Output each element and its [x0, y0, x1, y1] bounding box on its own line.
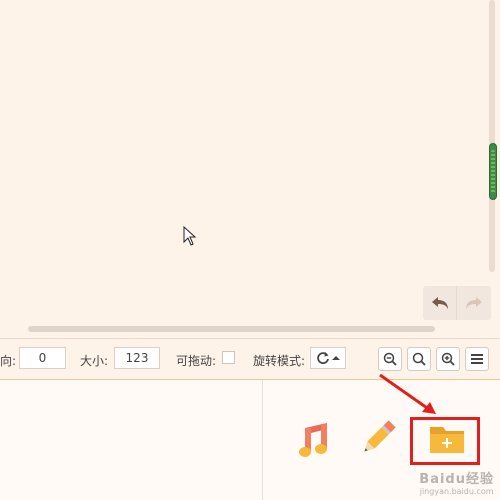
undo-button[interactable] — [423, 286, 457, 320]
zoom-in-button[interactable] — [436, 347, 460, 371]
zoom-reset-icon — [412, 352, 426, 366]
draggable-checkbox[interactable] — [222, 351, 235, 364]
watermark-line-1: Baidu经验 — [419, 472, 494, 487]
zoom-out-icon — [383, 352, 397, 366]
rotate-mode-select[interactable] — [310, 347, 346, 369]
zoom-reset-button[interactable] — [407, 347, 431, 371]
music-icon[interactable] — [295, 420, 335, 460]
highlight-box — [410, 417, 480, 465]
rotate-icon — [317, 352, 329, 364]
watermark: Baidu经验 jingyan.baidu.com — [419, 468, 494, 496]
vertical-scrollbar-thumb[interactable] — [489, 143, 497, 200]
size-label: 大小: — [80, 354, 109, 368]
direction-label: 向: — [0, 354, 17, 368]
zoom-out-button[interactable] — [378, 347, 402, 371]
dropdown-caret-icon — [332, 356, 340, 360]
zoom-in-icon — [441, 352, 455, 366]
panel-divider — [262, 380, 263, 500]
mouse-cursor — [183, 225, 197, 250]
horizontal-scrollbar[interactable] — [28, 326, 435, 332]
direction-input[interactable] — [19, 347, 66, 369]
watermark-line-2: jingyan.baidu.com — [419, 487, 494, 496]
pencil-icon[interactable] — [358, 418, 398, 458]
menu-icon — [471, 354, 483, 364]
undo-icon — [431, 297, 448, 309]
menu-button[interactable] — [465, 347, 489, 371]
draggable-label: 可拖动: — [176, 354, 217, 368]
undo-redo-group — [423, 286, 491, 320]
red-arrow-annotation — [379, 373, 436, 414]
redo-button[interactable] — [457, 286, 491, 320]
size-input[interactable] — [114, 347, 160, 369]
vertical-scrollbar-track[interactable] — [489, 0, 495, 272]
rotate-mode-label: 旋转模式: — [253, 354, 306, 368]
redo-icon — [466, 297, 482, 309]
cursor-icon — [183, 225, 197, 246]
